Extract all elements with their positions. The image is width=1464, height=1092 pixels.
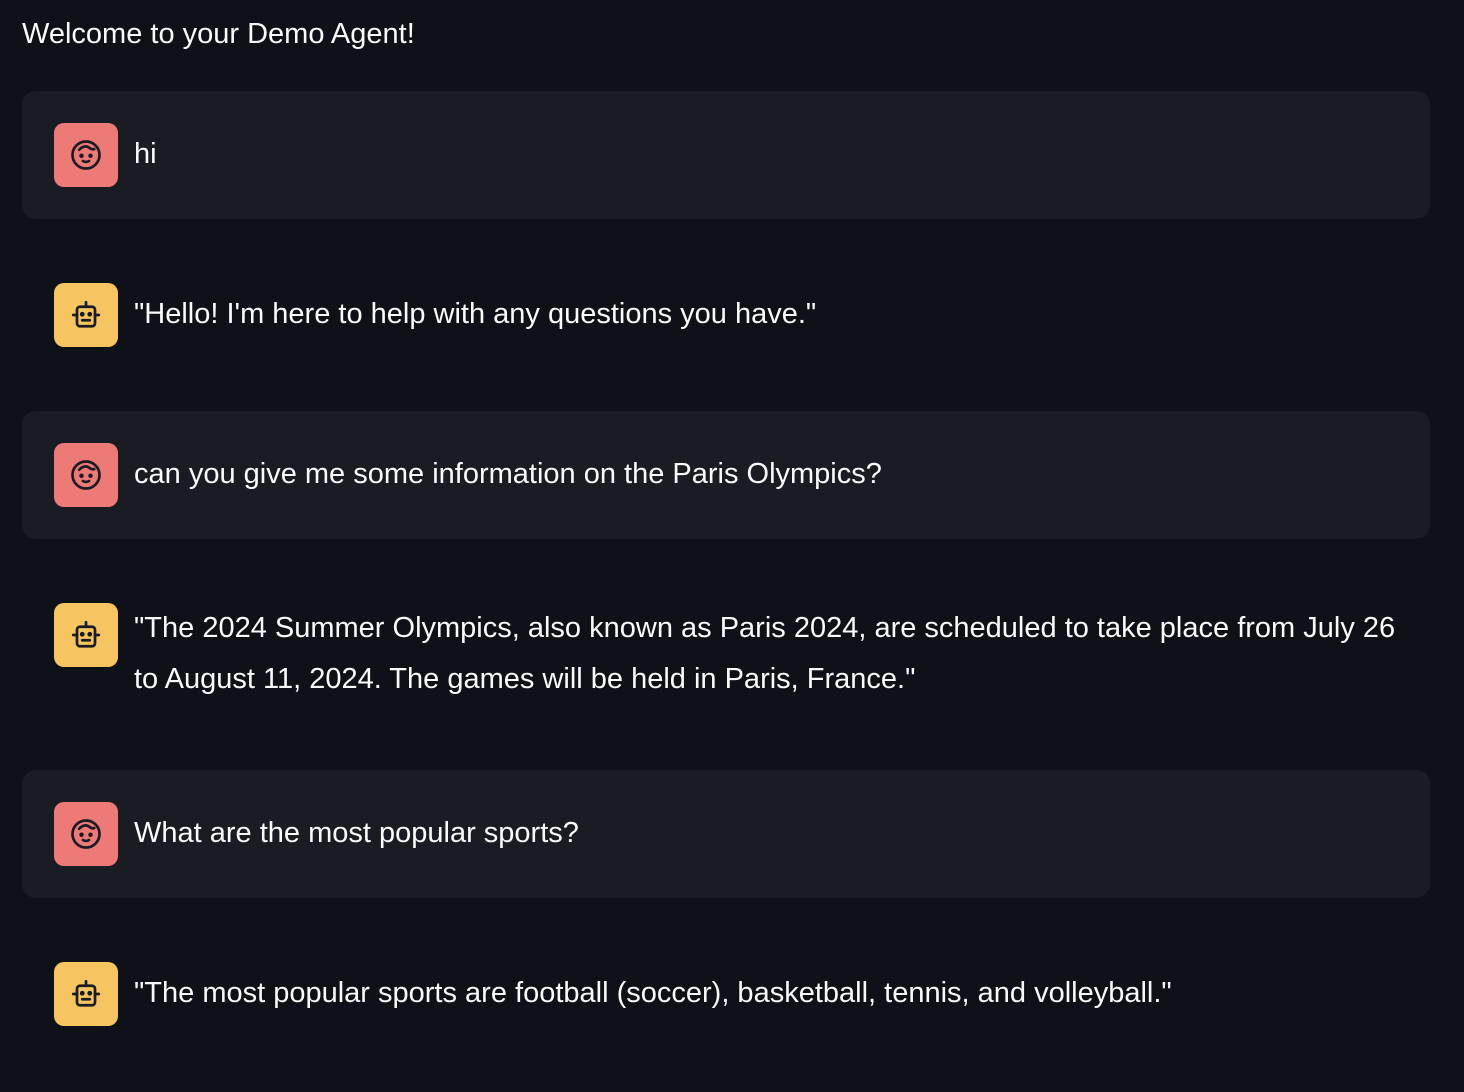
message-text: "The 2024 Summer Olympics, also known as… (134, 612, 1396, 695)
user-face-icon (71, 819, 101, 849)
chat-message-user: can you give me some information on the … (22, 411, 1430, 539)
user-face-icon (71, 460, 101, 490)
chat-message-user: What are the most popular sports? (22, 770, 1430, 898)
assistant-avatar (54, 603, 118, 667)
user-face-icon (71, 140, 101, 170)
message-text: What are the most popular sports? (134, 817, 579, 849)
message-text: "The most popular sports are football (s… (134, 977, 1172, 1009)
chat-message-assistant: "Hello! I'm here to help with any questi… (22, 251, 1430, 379)
robot-icon (71, 300, 101, 328)
welcome-title: Welcome to your Demo Agent! (22, 18, 415, 50)
robot-icon (71, 620, 101, 648)
message-text: "Hello! I'm here to help with any questi… (134, 298, 817, 330)
chat-message-user: hi (22, 91, 1430, 219)
robot-icon (71, 979, 101, 1007)
user-avatar (54, 802, 118, 866)
assistant-avatar (54, 962, 118, 1026)
user-avatar (54, 443, 118, 507)
chat-page: Welcome to your Demo Agent! hi "Hello! I… (0, 0, 1464, 1092)
chat-message-assistant: "The most popular sports are football (s… (22, 930, 1430, 1058)
assistant-avatar (54, 283, 118, 347)
message-text: hi (134, 138, 157, 170)
message-text: can you give me some information on the … (134, 458, 882, 490)
chat-message-assistant: "The 2024 Summer Olympics, also known as… (22, 571, 1430, 739)
user-avatar (54, 123, 118, 187)
